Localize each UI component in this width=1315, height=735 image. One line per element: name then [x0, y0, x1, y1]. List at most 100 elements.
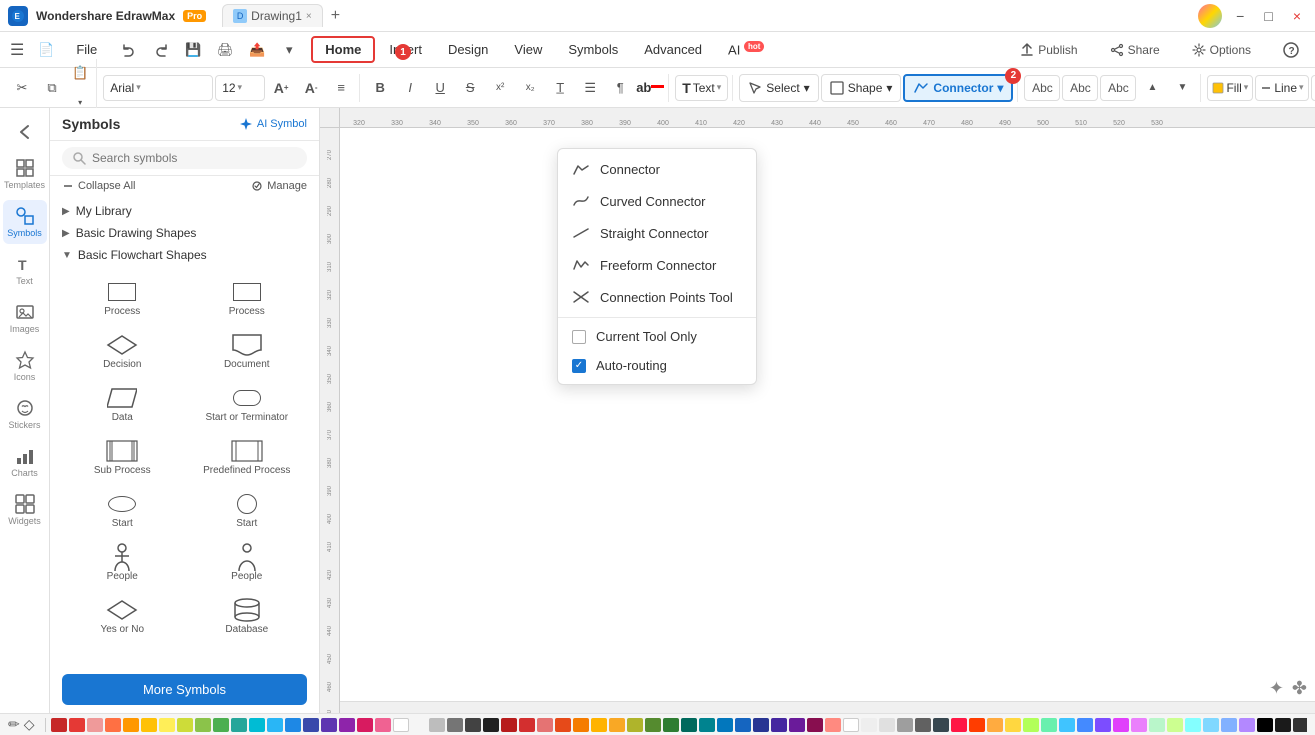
close-button[interactable]: × — [1287, 6, 1307, 26]
list-item[interactable]: Start — [187, 486, 308, 535]
connector-option-freeform[interactable]: Freeform Connector — [558, 249, 756, 281]
list-button[interactable]: ☰ — [576, 74, 604, 102]
save-button[interactable]: 💾 — [179, 36, 207, 64]
color-swatch[interactable] — [573, 718, 589, 732]
manage-button[interactable]: Manage — [251, 180, 307, 192]
list-item[interactable]: Document — [187, 327, 308, 376]
color-swatch[interactable] — [609, 718, 625, 732]
connector-option-curved[interactable]: Curved Connector — [558, 185, 756, 217]
color-swatch[interactable] — [393, 718, 409, 732]
color-swatch[interactable] — [1203, 718, 1219, 732]
canvas-content[interactable] — [340, 128, 1315, 713]
color-swatch[interactable] — [411, 718, 427, 732]
list-item[interactable]: Yes or No — [62, 592, 183, 641]
color-swatch[interactable] — [1221, 718, 1237, 732]
text-style-button[interactable]: T̲ — [546, 74, 574, 102]
color-swatch[interactable] — [1149, 718, 1165, 732]
color-swatch[interactable] — [969, 718, 985, 732]
color-swatch[interactable] — [987, 718, 1003, 732]
color-swatch[interactable] — [501, 718, 517, 732]
styles-scroll-down[interactable]: ▼ — [1168, 74, 1196, 102]
share-button[interactable]: Share — [1098, 39, 1172, 61]
list-item[interactable]: Data — [62, 380, 183, 429]
paragraph-button[interactable]: ¶ — [606, 74, 634, 102]
color-swatch[interactable] — [1167, 718, 1183, 732]
color-swatch[interactable] — [357, 718, 373, 732]
sidebar-item-symbols[interactable]: Symbols — [3, 200, 47, 244]
color-swatch[interactable] — [879, 718, 895, 732]
color-swatch[interactable] — [483, 718, 499, 732]
color-swatch[interactable] — [825, 718, 841, 732]
connector-option-connection-points[interactable]: Connection Points Tool — [558, 281, 756, 313]
font-increase-button[interactable]: A+ — [267, 74, 295, 102]
new-tab-button[interactable]: + — [327, 7, 344, 25]
superscript-button[interactable]: x² — [486, 74, 514, 102]
color-swatch[interactable] — [1185, 718, 1201, 732]
minimize-button[interactable]: − — [1230, 6, 1250, 26]
style-abc-3[interactable]: Abc — [1100, 75, 1136, 101]
sidebar-item-templates[interactable]: Templates — [3, 152, 47, 196]
style-abc-1[interactable]: Abc — [1024, 75, 1060, 101]
color-swatch[interactable] — [861, 718, 877, 732]
tree-header-my-library[interactable]: ▶ My Library — [50, 200, 319, 222]
color-swatch[interactable] — [699, 718, 715, 732]
user-avatar[interactable] — [1198, 4, 1222, 28]
color-swatch[interactable] — [465, 718, 481, 732]
color-swatch[interactable] — [285, 718, 301, 732]
select-button[interactable]: Select ▾ — [739, 74, 818, 102]
color-swatch[interactable] — [249, 718, 265, 732]
color-swatch[interactable] — [1095, 718, 1111, 732]
color-swatch[interactable] — [663, 718, 679, 732]
strikethrough-button[interactable]: S — [456, 74, 484, 102]
redo-button[interactable] — [147, 36, 175, 64]
tab-drawing1[interactable]: D Drawing1 × — [222, 4, 323, 27]
color-swatch[interactable] — [447, 718, 463, 732]
styles-scroll-up[interactable]: ▲ — [1138, 74, 1166, 102]
list-item[interactable]: Process — [62, 274, 183, 323]
color-swatch[interactable] — [429, 718, 445, 732]
current-tool-checkbox[interactable] — [572, 330, 586, 344]
color-swatch[interactable] — [537, 718, 553, 732]
color-swatch[interactable] — [1023, 718, 1039, 732]
sidebar-item-charts[interactable]: Charts — [3, 440, 47, 484]
color-swatch[interactable] — [1005, 718, 1021, 732]
more-symbols-button[interactable]: More Symbols — [62, 674, 307, 705]
menu-insert[interactable]: Insert — [377, 38, 434, 61]
color-swatch[interactable] — [51, 718, 67, 732]
style-abc-2[interactable]: Abc — [1062, 75, 1098, 101]
color-swatch[interactable] — [1293, 718, 1307, 732]
line-dropdown[interactable]: Line ▾ — [1255, 75, 1308, 101]
more-button[interactable]: ▾ — [275, 36, 303, 64]
color-swatch[interactable] — [87, 718, 103, 732]
color-swatch[interactable] — [339, 718, 355, 732]
color-swatch[interactable] — [69, 718, 85, 732]
font-decrease-button[interactable]: A- — [297, 74, 325, 102]
canvas-horizontal-scrollbar[interactable] — [340, 701, 1315, 713]
color-swatch[interactable] — [789, 718, 805, 732]
color-swatch[interactable] — [1239, 718, 1255, 732]
scissors-button[interactable]: ✂ — [8, 74, 36, 102]
color-swatch[interactable] — [1113, 718, 1129, 732]
canvas-area[interactable]: 320 330 340 350 360 370 380 390 400 410 … — [320, 108, 1315, 713]
color-swatch[interactable] — [321, 718, 337, 732]
undo-button[interactable] — [115, 36, 143, 64]
connector-option-auto-routing[interactable]: ✓ Auto-routing — [558, 351, 756, 380]
color-swatch[interactable] — [915, 718, 931, 732]
list-item[interactable]: Decision — [62, 327, 183, 376]
fill-dropdown[interactable]: Fill ▾ — [1207, 75, 1253, 101]
italic-button[interactable]: I — [396, 74, 424, 102]
connector-button[interactable]: Connector ▾ — [903, 74, 1013, 102]
shape-button[interactable]: Shape ▾ — [821, 74, 902, 102]
menu-view[interactable]: View — [502, 38, 554, 61]
color-swatch[interactable] — [933, 718, 949, 732]
color-swatch[interactable] — [177, 718, 193, 732]
auto-routing-checkbox[interactable]: ✓ — [572, 359, 586, 373]
underline-button[interactable]: U — [426, 74, 454, 102]
ai-symbol-button[interactable]: AI Symbol — [239, 117, 307, 131]
print-button[interactable]: 🖨 — [211, 36, 239, 64]
color-swatch[interactable] — [1131, 718, 1147, 732]
help-button[interactable]: ? — [1271, 38, 1311, 62]
tree-header-flowchart[interactable]: ▼ Basic Flowchart Shapes — [50, 244, 319, 266]
menu-advanced[interactable]: Advanced — [632, 38, 714, 61]
publish-button[interactable]: Publish — [1008, 39, 1089, 61]
